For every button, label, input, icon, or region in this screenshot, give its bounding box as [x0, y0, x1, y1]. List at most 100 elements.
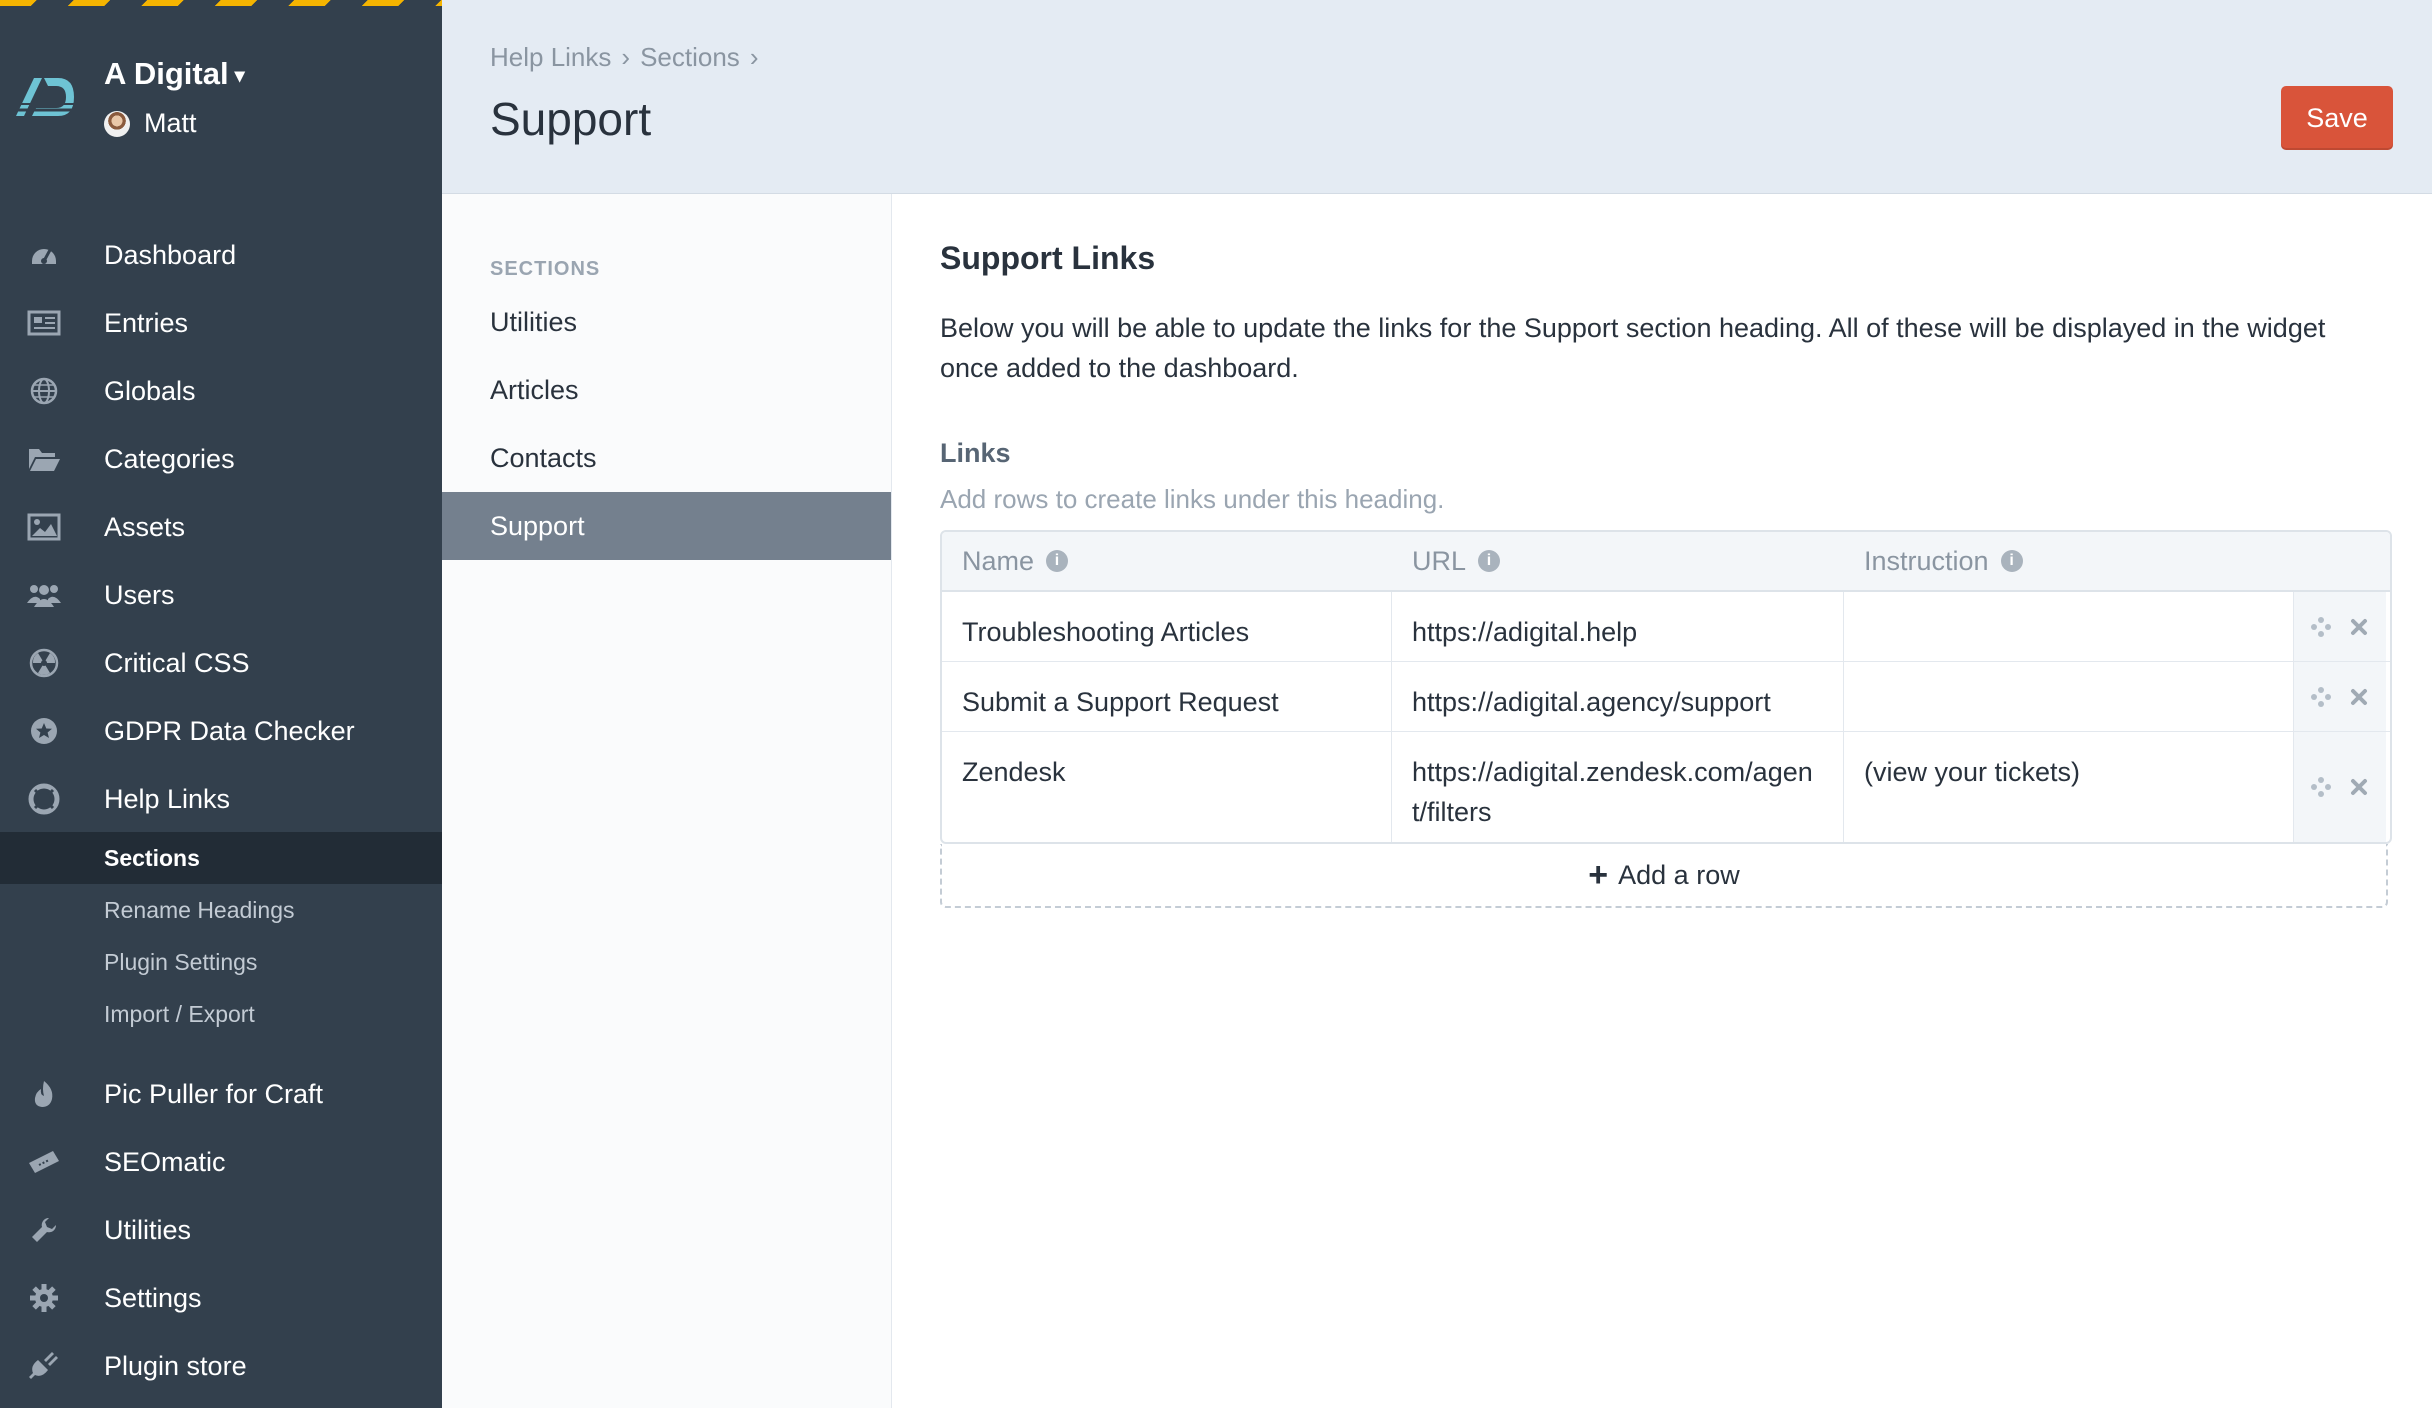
content-description: Below you will be able to update the lin… [940, 313, 2326, 383]
site-switcher[interactable]: A Digital ▾ [104, 56, 245, 92]
instruction-cell[interactable]: (view your tickets) [1844, 732, 2294, 842]
table-header: Name i URL i Instruction i [942, 532, 2390, 592]
links-field-instructions: Add rows to create links under this head… [940, 484, 1445, 514]
section-item-support[interactable]: Support [442, 492, 891, 560]
url-cell[interactable]: https://adigital.agency/support [1392, 662, 1844, 731]
section-label: Utilities [490, 306, 578, 337]
content-heading: Support Links [940, 240, 1156, 276]
site-logo-icon[interactable] [12, 70, 78, 124]
nav-item-users[interactable]: Users [0, 561, 442, 629]
avatar [104, 110, 130, 137]
close-icon[interactable] [2347, 685, 2371, 709]
plus-icon: + [1588, 856, 1609, 894]
table-row: Zendesk https://adigital.zendesk.com/age… [942, 732, 2390, 842]
globe-icon [26, 373, 62, 409]
info-icon[interactable]: i [1046, 550, 1069, 572]
nav-label: Assets [104, 511, 186, 542]
folder-icon [26, 441, 62, 477]
column-header-label: Name [962, 545, 1035, 576]
nav-item-seomatic[interactable]: SEOmatic [0, 1128, 442, 1196]
section-item-articles[interactable]: Articles [442, 356, 891, 424]
nav-item-critical-css[interactable]: Critical CSS [0, 629, 442, 697]
move-icon[interactable] [2309, 615, 2333, 639]
sidebar: A Digital ▾ Matt Dashboard Entries Global… [0, 0, 442, 1408]
gear-icon [26, 1280, 62, 1316]
info-icon[interactable]: i [1478, 550, 1501, 572]
dashboard-icon [26, 237, 62, 273]
subnav-item-import-export[interactable]: Import / Export [0, 988, 442, 1040]
sections-pane: SECTIONS Utilities Articles Contacts Sup… [442, 194, 892, 1408]
badge-star-icon [26, 713, 62, 749]
breadcrumb-sections[interactable]: Sections [640, 42, 740, 73]
plug-icon [26, 1348, 62, 1384]
instruction-cell[interactable] [1844, 592, 2294, 661]
column-header-actions [2294, 532, 2386, 590]
row-actions [2294, 592, 2386, 661]
column-header-label: URL [1412, 545, 1467, 576]
move-icon[interactable] [2309, 685, 2333, 709]
add-row-button[interactable]: + Add a row [940, 844, 2388, 908]
nav-label: Help Links [104, 783, 231, 814]
nav-label: Users [104, 579, 175, 610]
info-icon[interactable]: i [2000, 550, 2023, 572]
subnav-label: Import / Export [104, 1000, 255, 1027]
breadcrumb: Help Links › Sections › [490, 42, 768, 73]
subnav-item-rename-headings[interactable]: Rename Headings [0, 884, 442, 936]
main-content: Support Links Below you will be able to … [892, 194, 2432, 1408]
nav-label: Settings [104, 1282, 202, 1313]
close-icon[interactable] [2347, 615, 2371, 639]
subnav-item-sections[interactable]: Sections [0, 832, 442, 884]
nav-label: Globals [104, 375, 196, 406]
radioactive-icon [26, 645, 62, 681]
breadcrumb-help-links[interactable]: Help Links [490, 42, 611, 73]
nav-item-utilities[interactable]: Utilities [0, 1196, 442, 1264]
name-cell[interactable]: Zendesk [942, 732, 1392, 842]
entries-icon [26, 305, 62, 341]
chevron-right-icon: › [621, 42, 631, 72]
nav-label: Utilities [104, 1214, 192, 1245]
ticket-icon [26, 1144, 62, 1180]
section-item-utilities[interactable]: Utilities [442, 288, 891, 356]
dev-mode-stripe [0, 0, 442, 6]
nav-item-pic-puller[interactable]: Pic Puller for Craft [0, 1060, 442, 1128]
nav-label: GDPR Data Checker [104, 715, 355, 746]
nav-item-globals[interactable]: Globals [0, 357, 442, 425]
nav-label: Pic Puller for Craft [104, 1078, 324, 1109]
nav-item-plugin-store[interactable]: Plugin store [0, 1332, 442, 1400]
close-icon[interactable] [2347, 775, 2371, 799]
nav-label: Dashboard [104, 239, 237, 270]
save-button[interactable]: Save [2281, 86, 2393, 150]
move-icon[interactable] [2309, 775, 2333, 799]
sections-heading: SECTIONS [490, 258, 601, 280]
user-name: Matt [144, 108, 197, 138]
row-actions [2294, 662, 2386, 731]
nav-label: SEOmatic [104, 1146, 226, 1177]
page-header: Help Links › Sections › Support Save [442, 0, 2432, 194]
section-label: Contacts [490, 442, 597, 473]
chevron-right-icon: › [749, 42, 759, 72]
nav-item-assets[interactable]: Assets [0, 493, 442, 561]
table-row: Submit a Support Request https://adigita… [942, 662, 2390, 732]
section-item-contacts[interactable]: Contacts [442, 424, 891, 492]
column-header-name: Name i [942, 532, 1392, 590]
nav-item-help-links[interactable]: Help Links [0, 765, 442, 833]
user-menu[interactable]: Matt [104, 108, 197, 139]
subnav-item-plugin-settings[interactable]: Plugin Settings [0, 936, 442, 988]
nav-label: Plugin store [104, 1350, 247, 1381]
name-cell[interactable]: Troubleshooting Articles [942, 592, 1392, 661]
nav-item-gdpr-data-checker[interactable]: GDPR Data Checker [0, 697, 442, 765]
site-name-label: A Digital [104, 56, 229, 91]
row-actions [2294, 732, 2386, 842]
nav-item-settings[interactable]: Settings [0, 1264, 442, 1332]
links-table: Name i URL i Instruction i Troubleshooti… [940, 530, 2392, 844]
url-cell[interactable]: https://adigital.help [1392, 592, 1844, 661]
add-row-label: Add a row [1618, 859, 1740, 890]
subnav-label: Sections [104, 844, 200, 871]
links-field-label: Links [940, 438, 1011, 468]
name-cell[interactable]: Submit a Support Request [942, 662, 1392, 731]
instruction-cell[interactable] [1844, 662, 2294, 731]
url-cell[interactable]: https://adigital.zendesk.com/agent/filte… [1392, 732, 1844, 842]
nav-item-entries[interactable]: Entries [0, 289, 442, 357]
nav-item-categories[interactable]: Categories [0, 425, 442, 493]
nav-item-dashboard[interactable]: Dashboard [0, 221, 442, 289]
